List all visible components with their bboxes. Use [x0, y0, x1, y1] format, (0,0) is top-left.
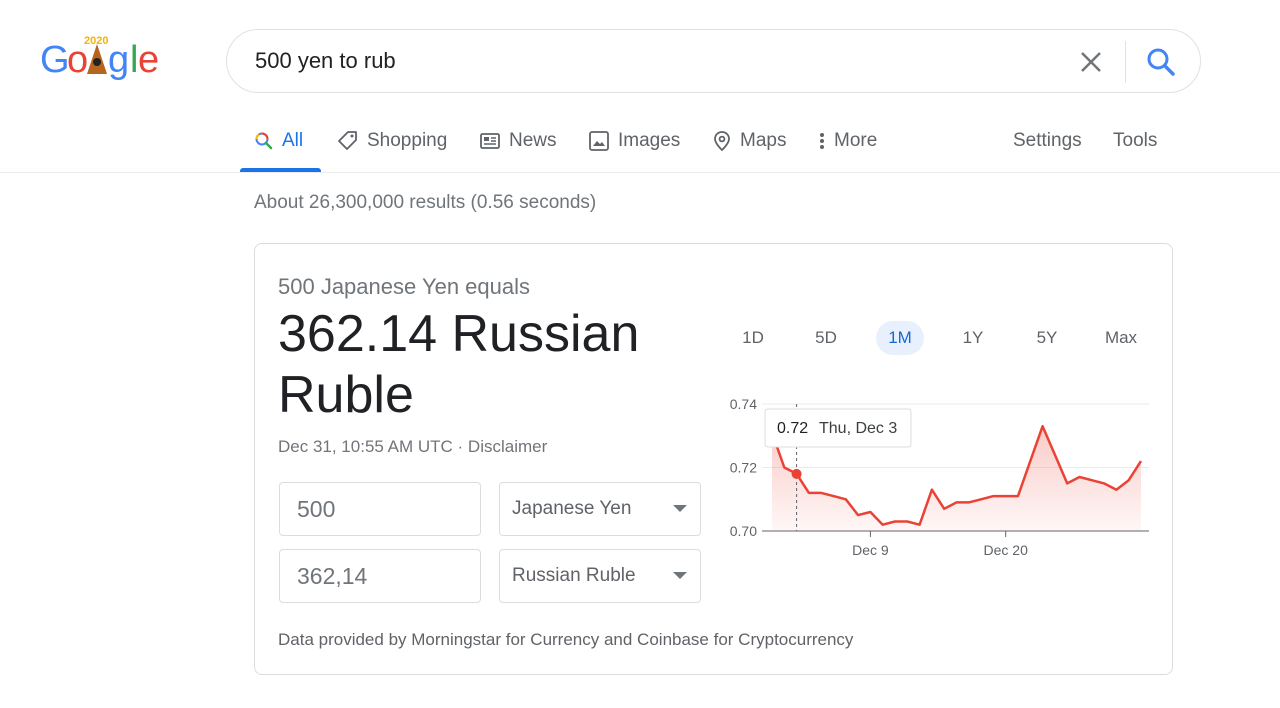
search-input[interactable]: [255, 46, 1075, 76]
search-divider: [1125, 41, 1126, 83]
svg-text:e: e: [138, 39, 158, 81]
svg-text:g: g: [108, 39, 129, 81]
range-max[interactable]: Max: [1097, 321, 1145, 355]
tab-more[interactable]: More: [818, 126, 877, 156]
image-icon: [589, 131, 609, 151]
range-5y[interactable]: 5Y: [1023, 321, 1071, 355]
y-tick-label: 0.72: [730, 460, 757, 476]
timestamp-text: Dec 31, 10:55 AM UTC: [278, 437, 453, 456]
tab-images[interactable]: Images: [588, 126, 680, 156]
close-icon: [1081, 52, 1101, 72]
data-source-note: Data provided by Morningstar for Currenc…: [278, 630, 854, 649]
x-tick-label: Dec 9: [852, 542, 889, 558]
tab-label: Images: [618, 130, 681, 151]
settings-link[interactable]: Settings: [1013, 126, 1082, 156]
range-5d[interactable]: 5D: [802, 321, 850, 355]
newspaper-icon: [480, 133, 500, 149]
clear-button[interactable]: [1073, 44, 1109, 80]
more-vert-icon: [820, 133, 824, 149]
y-tick-label: 0.70: [730, 523, 757, 539]
to-amount-input[interactable]: [279, 549, 481, 603]
search-icon: [1147, 48, 1175, 76]
from-amount-input[interactable]: [279, 482, 481, 536]
search-tabs: All Shopping News Images Maps More Setti…: [0, 112, 1280, 173]
to-currency-select[interactable]: Russian Ruble: [499, 549, 701, 603]
tab-label: More: [834, 130, 878, 151]
currency-converter-card: 500 Japanese Yen equals 362.14 Russian R…: [254, 243, 1173, 675]
logo-badge: 2020: [84, 35, 108, 47]
search-box: [226, 29, 1201, 93]
tab-label: Shopping: [367, 130, 448, 151]
conversion-result: 362.14 Russian Ruble: [278, 305, 640, 424]
tab-maps[interactable]: Maps: [712, 126, 786, 156]
range-1y[interactable]: 1Y: [949, 321, 997, 355]
to-currency-label: Russian Ruble: [512, 565, 636, 586]
google-logo[interactable]: G o g l e 2020: [40, 34, 159, 86]
tab-all[interactable]: All: [254, 126, 303, 156]
x-tick-label: Dec 20: [984, 542, 1029, 558]
dropdown-arrow-icon: [673, 572, 687, 579]
highlight-point: [791, 468, 802, 479]
map-pin-icon: [714, 131, 730, 152]
result-stats: About 26,300,000 results (0.56 seconds): [254, 192, 597, 213]
range-1m[interactable]: 1M: [876, 321, 924, 355]
tooltip-label: Thu, Dec 3: [819, 420, 897, 437]
tab-news[interactable]: News: [479, 126, 557, 156]
dropdown-arrow-icon: [673, 505, 687, 512]
timestamp-separator: ·: [452, 437, 468, 456]
tag-icon: [338, 131, 357, 150]
svg-text:G: G: [40, 39, 70, 81]
exchange-rate-chart[interactable]: 0.70 0.72 0.74 Dec 9 Dec 20 0.72 Thu, Dec 3: [715, 389, 1155, 569]
conversion-timestamp: Dec 31, 10:55 AM UTC · Disclaimer: [278, 437, 547, 457]
active-tab-indicator: [240, 168, 321, 172]
tab-label: Maps: [740, 130, 787, 151]
tooltip-value: 0.72: [777, 420, 808, 437]
from-currency-select[interactable]: Japanese Yen: [499, 482, 701, 536]
y-tick-label: 0.74: [730, 396, 757, 412]
tools-link[interactable]: Tools: [1113, 126, 1157, 156]
tab-label: News: [509, 130, 557, 151]
tools-label: Tools: [1113, 130, 1158, 151]
search-button[interactable]: [1141, 42, 1181, 82]
from-currency-label: Japanese Yen: [512, 498, 632, 519]
disclaimer-link[interactable]: Disclaimer: [468, 437, 547, 456]
conversion-equals-label: 500 Japanese Yen equals: [278, 274, 531, 299]
tab-shopping[interactable]: Shopping: [337, 126, 447, 156]
tab-label: All: [282, 130, 304, 151]
settings-label: Settings: [1013, 130, 1082, 151]
range-1d[interactable]: 1D: [729, 321, 777, 355]
search-icon: [255, 132, 273, 150]
